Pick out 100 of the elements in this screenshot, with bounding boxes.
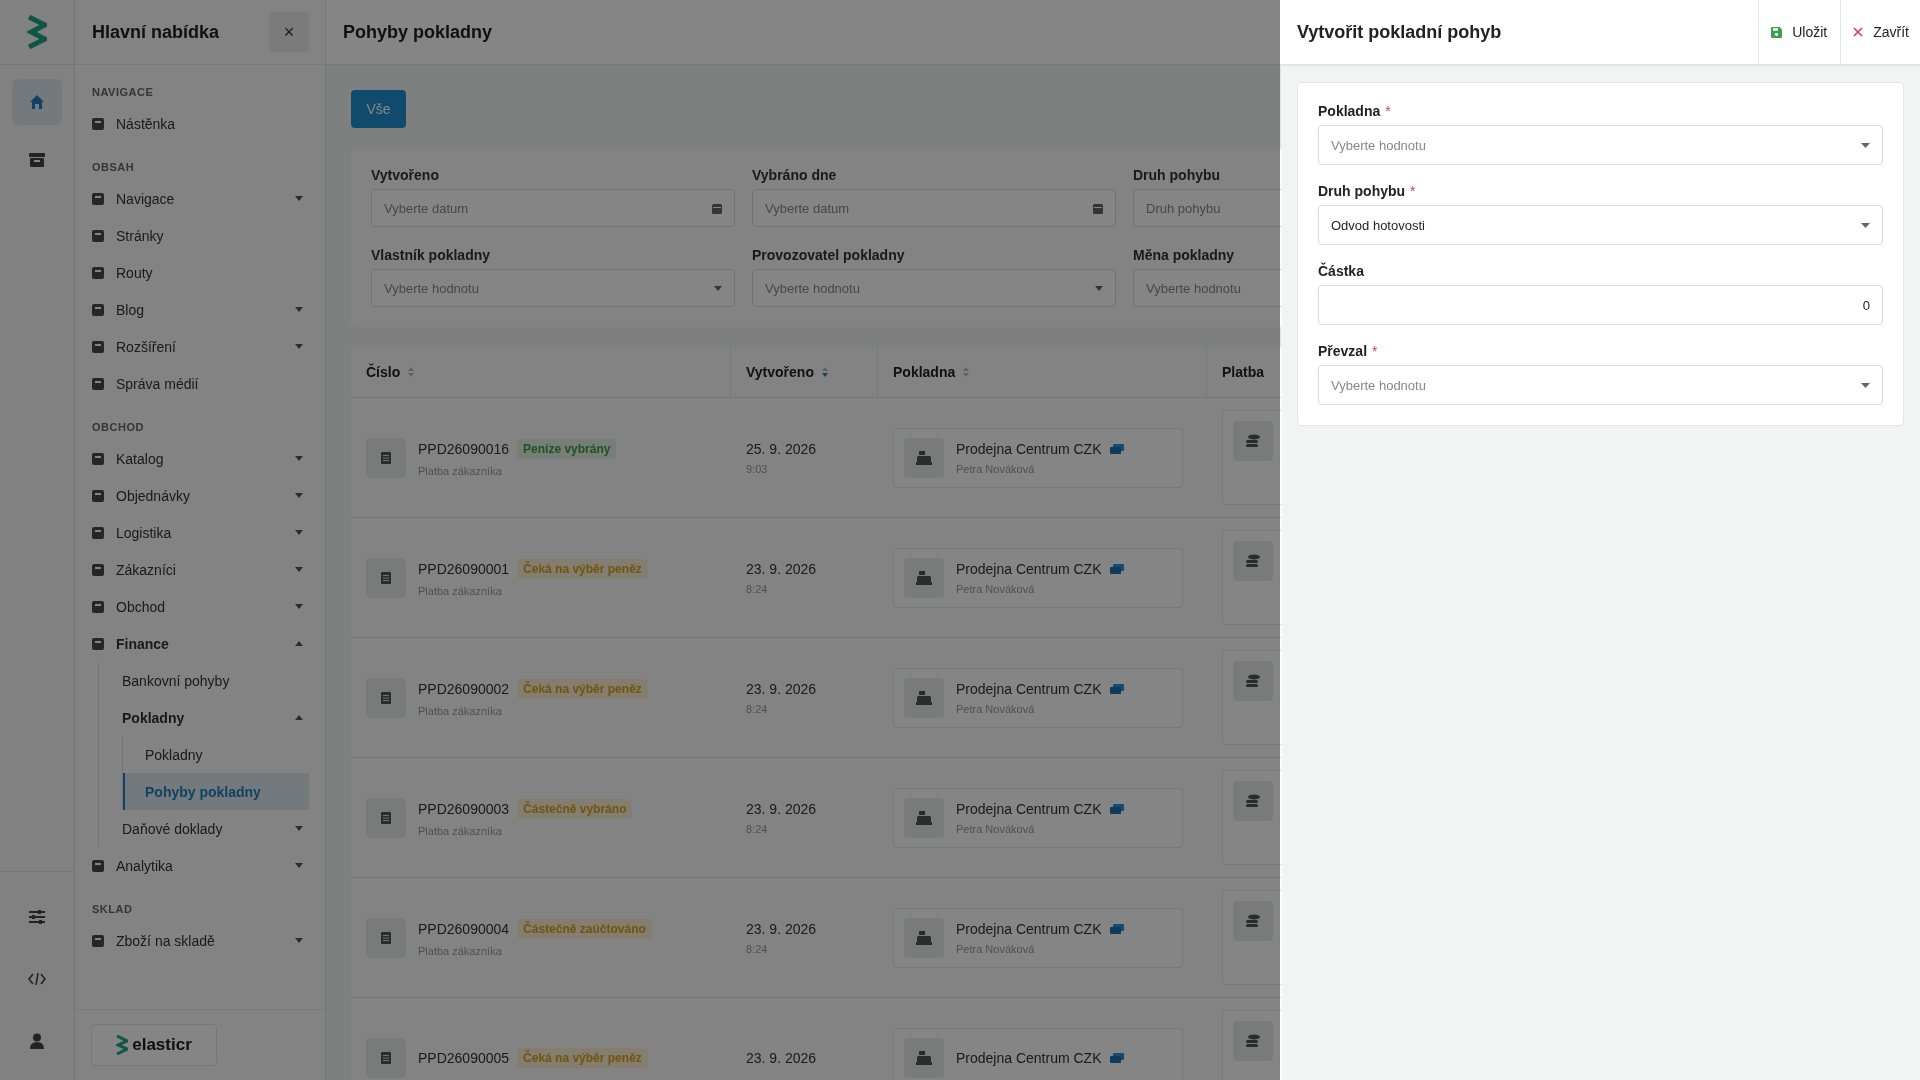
nav-item[interactable]: Obchod bbox=[92, 588, 309, 625]
date-field[interactable]: Vyberte datum bbox=[371, 189, 735, 227]
menu-item-icon bbox=[92, 266, 104, 279]
movement-number[interactable]: PPD26090002 bbox=[418, 680, 510, 697]
menu-item-icon bbox=[92, 229, 104, 242]
nav-item[interactable]: Pokladny bbox=[123, 736, 309, 773]
movement-number[interactable]: PPD26090016 bbox=[418, 440, 510, 457]
nav-item[interactable]: Finance bbox=[92, 625, 309, 662]
nav-item[interactable]: Analytika bbox=[92, 847, 309, 884]
cards-icon bbox=[1109, 443, 1124, 454]
required-mark: * bbox=[1385, 103, 1391, 119]
close-button[interactable]: × bbox=[269, 12, 309, 52]
cash-register-icon bbox=[904, 437, 944, 478]
nav-item[interactable]: Daňové doklady bbox=[122, 810, 309, 847]
save-button[interactable]: Uložit bbox=[1758, 0, 1841, 64]
close-icon bbox=[1853, 27, 1864, 37]
document-icon bbox=[366, 557, 406, 598]
document-icon bbox=[366, 917, 406, 958]
nav-item[interactable]: Bankovní pohyby bbox=[122, 662, 309, 699]
nav-item[interactable]: Logistika bbox=[92, 514, 309, 551]
date-field[interactable]: Vyberte datum bbox=[752, 189, 1116, 227]
document-icon bbox=[366, 437, 406, 478]
column-header[interactable]: Platba bbox=[1207, 347, 1282, 397]
movement-number[interactable]: PPD26090004 bbox=[418, 920, 510, 937]
document-icon bbox=[366, 797, 406, 838]
cards-icon bbox=[1109, 1052, 1124, 1063]
movement-number[interactable]: PPD26090001 bbox=[418, 560, 510, 577]
nav-item[interactable]: Objednávky bbox=[92, 477, 309, 514]
cash-register-icon bbox=[904, 557, 944, 598]
coins-icon bbox=[1233, 661, 1273, 701]
movement-number[interactable]: PPD26090003 bbox=[418, 800, 510, 817]
nav-item[interactable]: Rozšíření bbox=[92, 328, 309, 365]
select-field[interactable]: Vyberte hodnotu bbox=[371, 269, 735, 307]
nav-item[interactable]: Katalog bbox=[92, 440, 309, 477]
page-title: Pohyby pokladny bbox=[343, 21, 493, 43]
section-heading: NAVIGACE bbox=[92, 85, 155, 100]
menu-item-icon bbox=[92, 563, 104, 576]
field-label: Vlastník pokladny bbox=[371, 247, 492, 263]
register-name: Prodejna Centrum CZK bbox=[956, 680, 1102, 697]
register-name: Prodejna Centrum CZK bbox=[956, 800, 1102, 817]
brand-logo[interactable]: elasticr bbox=[91, 1024, 217, 1066]
nav-item[interactable]: Zboží na skladě bbox=[92, 922, 309, 959]
movement-number[interactable]: PPD26090005 bbox=[418, 1049, 510, 1066]
field-label: Převzal bbox=[1318, 343, 1368, 359]
column-header[interactable]: Pokladna bbox=[878, 347, 1207, 397]
column-header[interactable]: Vytvořeno bbox=[731, 347, 878, 397]
menu-item-icon bbox=[92, 377, 104, 390]
menu-item-icon bbox=[92, 934, 104, 947]
field-label: Druh pohybu bbox=[1318, 183, 1406, 199]
coins-icon bbox=[1233, 421, 1273, 461]
select-field[interactable]: Vyberte hodnotu bbox=[1318, 365, 1883, 405]
menu-item-icon bbox=[92, 452, 104, 465]
register-name: Prodejna Centrum CZK bbox=[956, 440, 1102, 457]
field-label: Měna pokladny bbox=[1133, 247, 1236, 263]
nav-item[interactable]: Správa médií bbox=[92, 365, 309, 402]
status-badge: Částečně vybráno bbox=[517, 798, 633, 819]
menu-item-icon bbox=[92, 600, 104, 613]
select-field[interactable]: Vyberte hodnotu bbox=[1318, 125, 1883, 165]
created-date: 25. 9. 2026 bbox=[746, 440, 817, 457]
document-icon bbox=[366, 677, 406, 718]
close-button[interactable]: Zavřít bbox=[1840, 0, 1920, 64]
nav-item[interactable]: Stránky bbox=[92, 217, 309, 254]
column-header[interactable]: Číslo bbox=[351, 347, 731, 397]
required-mark: * bbox=[1410, 183, 1416, 199]
nav-item[interactable]: Blog bbox=[92, 291, 309, 328]
field-label: Pokladna bbox=[1318, 103, 1381, 119]
save-icon bbox=[1771, 26, 1783, 38]
nav-item[interactable]: Pohyby pokladny bbox=[123, 773, 309, 810]
caret-icon bbox=[1861, 142, 1870, 148]
caret-icon bbox=[1861, 382, 1870, 388]
input-field[interactable]: Druh pohybu bbox=[1133, 189, 1282, 227]
coins-icon bbox=[1233, 901, 1273, 941]
panel-title: Vytvořit pokladní pohyb bbox=[1296, 20, 1503, 44]
field-label: Druh pohybu bbox=[1133, 167, 1222, 183]
filter-tab[interactable]: Vše bbox=[351, 90, 406, 128]
cash-register-icon bbox=[904, 797, 944, 838]
register-card[interactable]: Prodejna Centrum CZK bbox=[893, 1027, 1183, 1080]
section-heading: SKLAD bbox=[92, 902, 134, 917]
menu-item-icon bbox=[92, 859, 104, 872]
nav-item[interactable]: Routy bbox=[92, 254, 309, 291]
register-name: Prodejna Centrum CZK bbox=[956, 560, 1102, 577]
menu-item-icon bbox=[92, 489, 104, 502]
nav-item[interactable]: Zákazníci bbox=[92, 551, 309, 588]
required-mark: * bbox=[1372, 343, 1378, 359]
select-field[interactable]: Odvod hotovosti bbox=[1318, 205, 1883, 245]
select-field[interactable]: Vyberte hodnotu bbox=[752, 269, 1116, 307]
amount-field[interactable]: 0 bbox=[1318, 285, 1883, 325]
field-label: Provozovatel pokladny bbox=[752, 247, 906, 263]
section-heading: OBSAH bbox=[92, 160, 136, 175]
nav-item[interactable]: Pokladny bbox=[122, 699, 309, 736]
coins-icon bbox=[1233, 781, 1273, 821]
status-badge: Peníze vybrány bbox=[517, 438, 617, 459]
input-field[interactable]: Vyberte hodnotu bbox=[1133, 269, 1282, 307]
created-date: 23. 9. 2026 bbox=[746, 920, 817, 937]
cash-register-icon bbox=[904, 677, 944, 718]
cards-icon bbox=[1109, 923, 1124, 934]
nav-item[interactable]: Nástěnka bbox=[92, 105, 309, 142]
home-icon[interactable] bbox=[12, 79, 62, 125]
menu-item-icon bbox=[92, 637, 104, 650]
nav-item[interactable]: Navigace bbox=[92, 180, 309, 217]
